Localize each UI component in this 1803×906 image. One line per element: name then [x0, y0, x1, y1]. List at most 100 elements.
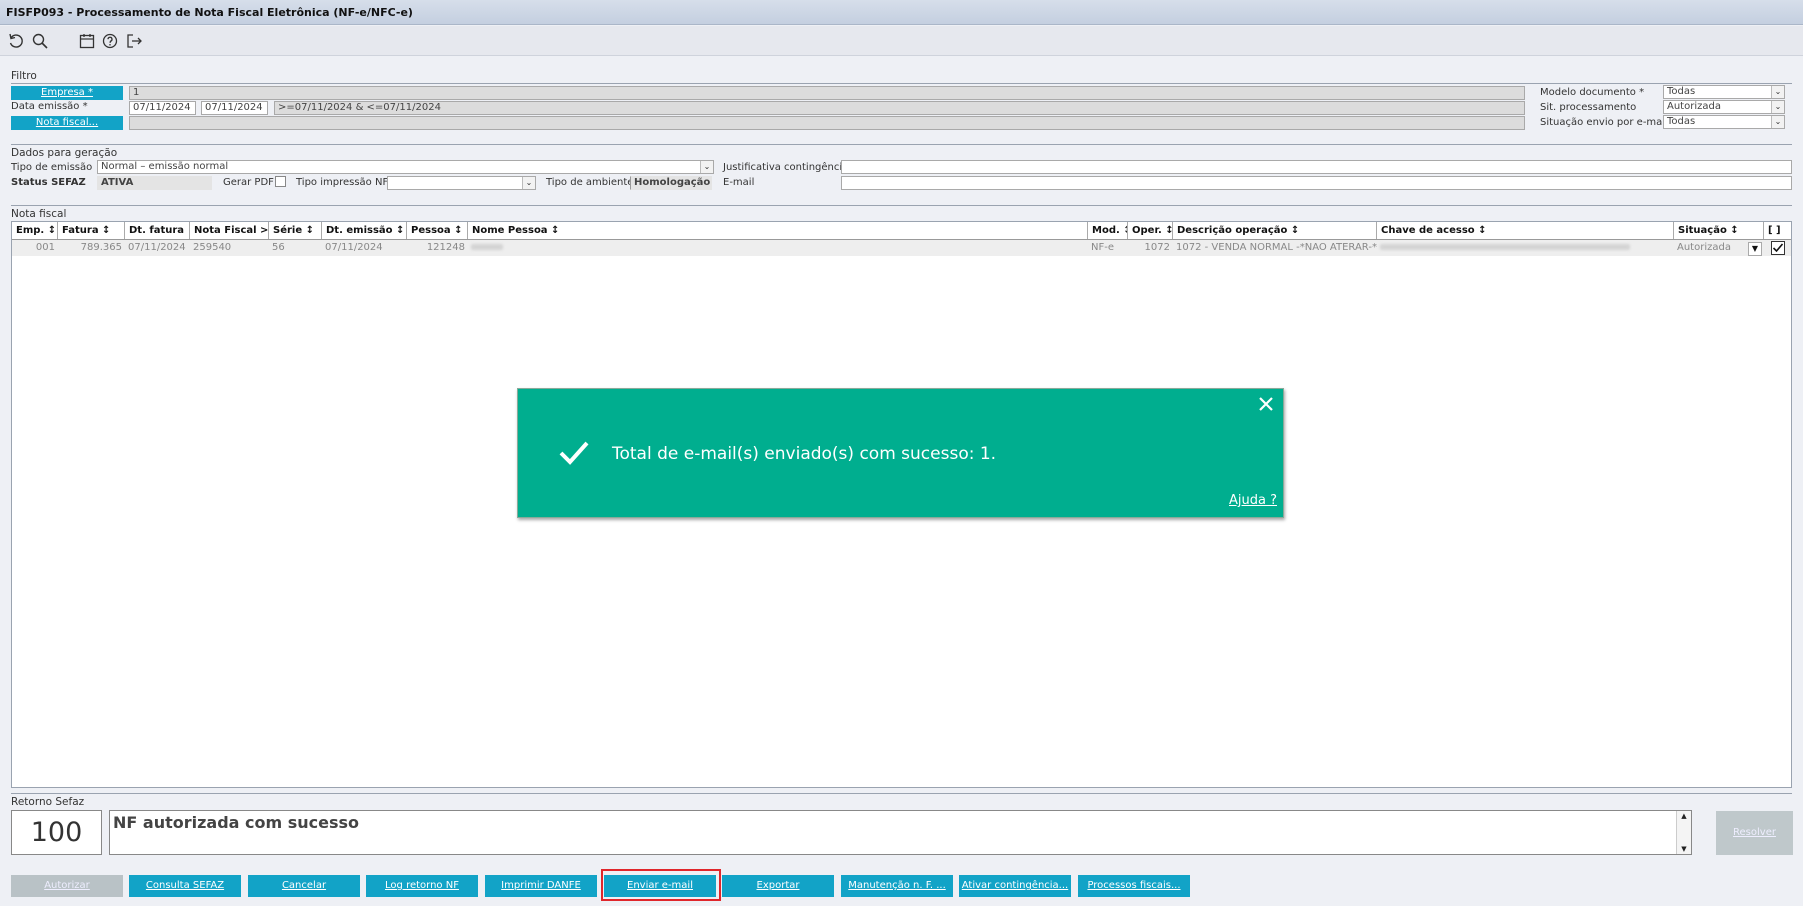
data-inicio-input[interactable]: 07/11/2024 [129, 101, 196, 115]
tipo-emissao-select[interactable]: Normal – emissão normal ⌄ [97, 160, 714, 174]
nota-fiscal-field[interactable] [129, 116, 1525, 130]
chevron-down-icon[interactable]: ⌄ [1771, 86, 1784, 98]
help-link[interactable]: Ajuda ? [1229, 493, 1277, 508]
cell-descricao: 1072 - VENDA NORMAL -*NAO ATERAR-* [1176, 242, 1377, 253]
col-pessoa[interactable]: Pessoa ↕ [407, 222, 468, 239]
exportar-button[interactable]: Exportar [722, 875, 834, 897]
chevron-down-icon[interactable]: ⌄ [1771, 101, 1784, 113]
justificativa-input[interactable] [841, 160, 1792, 174]
chevron-down-icon[interactable]: ▼ [1748, 242, 1762, 256]
table-header: Emp. ↕ Fatura ↕ Dt. fatura ↕ Nota Fiscal… [12, 222, 1791, 240]
col-chave-acesso[interactable]: Chave de acesso ↕ [1377, 222, 1674, 239]
processos-fiscais-button[interactable]: Processos fiscais... [1078, 875, 1190, 897]
tipo-impressao-select[interactable]: ⌄ [387, 176, 536, 190]
help-icon[interactable] [101, 32, 119, 50]
manutencao-nf-button[interactable]: Manutenção n. F. ... [841, 875, 953, 897]
modelo-documento-value: Todas [1667, 86, 1696, 97]
cell-oper: 1072 [1144, 242, 1170, 253]
scroll-up-icon[interactable]: ▲ [1677, 811, 1691, 821]
close-icon[interactable] [1257, 395, 1275, 413]
scroll-down-icon[interactable]: ▼ [1677, 844, 1691, 854]
cell-mod: NF-e [1091, 242, 1114, 253]
cell-chave-acesso-redacted [1377, 240, 1674, 256]
gerar-pdf-label: Gerar PDF [223, 177, 274, 188]
col-situacao[interactable]: Situação ↕ [1674, 222, 1764, 239]
filtro-section-label: Filtro [11, 70, 37, 82]
col-emp[interactable]: Emp. ↕ [12, 222, 58, 239]
data-fim-input[interactable]: 07/11/2024 [201, 101, 268, 115]
window-title: FISFP093 - Processamento de Nota Fiscal … [6, 6, 413, 19]
tipo-ambiente-value: Homologação [630, 176, 712, 190]
divider [11, 793, 1792, 794]
cell-serie: 56 [272, 242, 285, 253]
toolbar [0, 26, 1803, 56]
empresa-button[interactable]: Empresa * [11, 86, 123, 100]
col-mod[interactable]: Mod. ↕ [1088, 222, 1128, 239]
scrollbar[interactable]: ▲ ▼ [1676, 811, 1691, 854]
title-bar: FISFP093 - Processamento de Nota Fiscal … [0, 0, 1803, 25]
status-sefaz-label: Status SEFAZ [11, 177, 86, 188]
divider [11, 144, 1792, 145]
situacao-value: Autorizada [1677, 242, 1731, 253]
nota-fiscal-button[interactable]: Nota fiscal... [11, 116, 123, 130]
cell-situacao[interactable]: Autorizada ▼ [1674, 240, 1764, 256]
col-descricao-operacao[interactable]: Descrição operação ↕ [1173, 222, 1377, 239]
toast-message: Total de e-mail(s) enviado(s) com sucess… [612, 444, 997, 464]
cell-nota: 259540 [193, 242, 232, 253]
success-toast: Total de e-mail(s) enviado(s) com sucess… [517, 388, 1284, 518]
status-sefaz-value: ATIVA [97, 176, 212, 190]
sit-processamento-label: Sit. processamento [1540, 102, 1637, 113]
divider [11, 83, 1792, 84]
empresa-field[interactable]: 1 [129, 86, 1525, 100]
cell-dt-fatura: 07/11/2024 [128, 242, 186, 253]
cell-emp: 001 [35, 242, 55, 253]
cell-nome-pessoa-redacted [468, 240, 1088, 256]
chevron-down-icon[interactable]: ⌄ [1771, 116, 1784, 128]
col-fatura[interactable]: Fatura ↕ [58, 222, 125, 239]
sit-envio-value: Todas [1667, 116, 1696, 127]
refresh-icon[interactable] [7, 32, 25, 50]
col-select[interactable]: [ ] [1764, 222, 1792, 239]
imprimir-danfe-button[interactable]: Imprimir DANFE [485, 875, 597, 897]
sit-envio-select[interactable]: Todas ⌄ [1663, 115, 1785, 129]
col-dt-emissao[interactable]: Dt. emissão ↕ [322, 222, 407, 239]
col-dt-fatura[interactable]: Dt. fatura ↕ [125, 222, 190, 239]
gerar-pdf-checkbox[interactable] [275, 176, 286, 187]
resolver-button[interactable]: Resolver [1716, 811, 1793, 855]
sit-processamento-value: Autorizada [1667, 101, 1721, 112]
chevron-down-icon[interactable]: ⌄ [522, 177, 535, 189]
search-icon[interactable] [31, 32, 49, 50]
exit-icon[interactable] [125, 32, 143, 50]
col-serie[interactable]: Série ↕ [269, 222, 322, 239]
table-row[interactable]: 001 789.365 07/11/2024 259540 56 07/11/2… [12, 240, 1791, 256]
divider [11, 205, 1792, 206]
log-retorno-button[interactable]: Log retorno NF [366, 875, 478, 897]
row-checkbox[interactable] [1764, 240, 1792, 256]
geracao-section-label: Dados para geração [11, 147, 118, 159]
modelo-documento-label: Modelo documento * [1540, 87, 1645, 98]
chevron-down-icon[interactable]: ⌄ [700, 161, 713, 173]
col-oper[interactable]: Oper. ↕ [1128, 222, 1173, 239]
modelo-documento-select[interactable]: Todas ⌄ [1663, 85, 1785, 99]
col-nome-pessoa[interactable]: Nome Pessoa ↕ [468, 222, 1088, 239]
retorno-section-label: Retorno Sefaz [11, 796, 85, 808]
cancelar-button[interactable]: Cancelar [248, 875, 360, 897]
sit-envio-label: Situação envio por e-mail [1540, 117, 1668, 128]
cell-pessoa: 121248 [426, 242, 465, 253]
cell-dt-emissao: 07/11/2024 [325, 242, 383, 253]
enviar-email-button[interactable]: Enviar e-mail [604, 875, 716, 897]
sit-processamento-select[interactable]: Autorizada ⌄ [1663, 100, 1785, 114]
checkmark-icon [1771, 241, 1785, 255]
tipo-emissao-value: Normal – emissão normal [101, 161, 229, 172]
cell-fatura: 789.365 [80, 242, 122, 253]
retorno-message-box: NF autorizada com sucesso ▲ ▼ [109, 810, 1692, 855]
col-nota-fiscal[interactable]: Nota Fiscal >> [190, 222, 269, 239]
autorizar-button[interactable]: Autorizar [11, 875, 123, 897]
ativar-contingencia-button[interactable]: Ativar contingência... [959, 875, 1071, 897]
calendar-icon[interactable] [78, 32, 96, 50]
tipo-emissao-label: Tipo de emissão [11, 162, 93, 173]
tipo-impressao-label: Tipo impressão NF [296, 177, 389, 188]
email-input[interactable] [841, 176, 1792, 190]
consulta-sefaz-button[interactable]: Consulta SEFAZ [129, 875, 241, 897]
email-label: E-mail [723, 177, 755, 188]
